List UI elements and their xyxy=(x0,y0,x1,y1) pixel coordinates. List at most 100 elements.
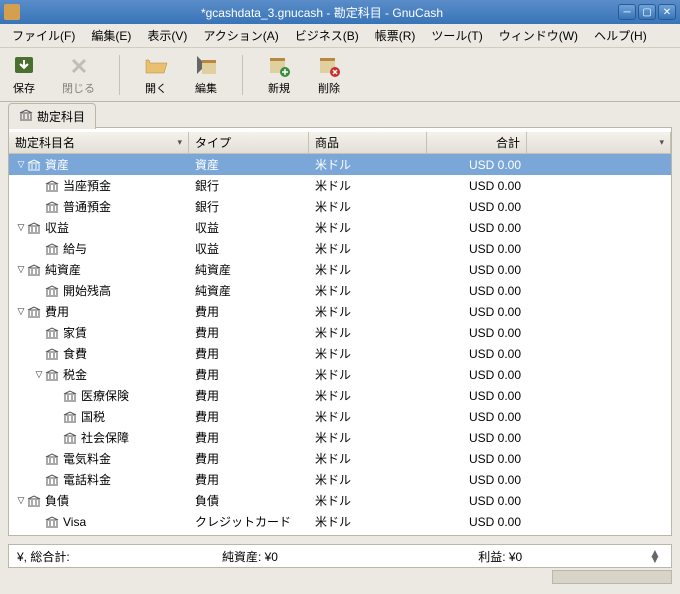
account-row[interactable]: ▽資産資産米ドルUSD 0.00 xyxy=(9,154,671,175)
account-commodity: 米ドル xyxy=(309,175,427,196)
account-row[interactable]: 給与収益米ドルUSD 0.00 xyxy=(9,238,671,259)
header-type[interactable]: タイプ xyxy=(189,132,309,153)
bank-icon xyxy=(63,390,77,402)
account-row[interactable]: ▽純資産純資産米ドルUSD 0.00 xyxy=(9,259,671,280)
account-total: USD 0.00 xyxy=(427,385,527,406)
app-icon xyxy=(4,4,20,20)
content-area: 勘定科目名▾ タイプ 商品 合計 ▾ ▽資産資産米ドルUSD 0.00当座預金銀… xyxy=(8,128,672,536)
account-row[interactable]: 食費費用米ドルUSD 0.00 xyxy=(9,343,671,364)
account-row[interactable]: 電話料金費用米ドルUSD 0.00 xyxy=(9,469,671,490)
open-button[interactable]: 開く xyxy=(140,52,172,98)
account-type: 銀行 xyxy=(189,196,309,217)
account-commodity: 米ドル xyxy=(309,301,427,322)
account-row[interactable]: Visaクレジットカード米ドルUSD 0.00 xyxy=(9,511,671,532)
account-name: 開始残高 xyxy=(63,282,111,299)
account-total: USD 0.00 xyxy=(427,469,527,490)
maximize-button[interactable]: ▢ xyxy=(638,4,656,20)
account-type: 費用 xyxy=(189,406,309,427)
delete-icon xyxy=(317,54,341,78)
account-total: USD 0.00 xyxy=(427,448,527,469)
account-row[interactable]: 医療保険費用米ドルUSD 0.00 xyxy=(9,385,671,406)
summary-spinner[interactable]: ▲▼ xyxy=(649,550,663,562)
summary-bar: ¥, 総合計: 純資産: ¥0 利益: ¥0 ▲▼ xyxy=(8,544,672,568)
account-type: 費用 xyxy=(189,385,309,406)
close-button[interactable]: ✕ xyxy=(658,4,676,20)
account-row[interactable]: ▽収益収益米ドルUSD 0.00 xyxy=(9,217,671,238)
account-row[interactable]: 当座預金銀行米ドルUSD 0.00 xyxy=(9,175,671,196)
folder-open-icon xyxy=(144,54,168,78)
account-row[interactable]: 国税費用米ドルUSD 0.00 xyxy=(9,406,671,427)
account-row[interactable]: 社会保障費用米ドルUSD 0.00 xyxy=(9,427,671,448)
expand-toggle[interactable]: ▽ xyxy=(33,369,45,380)
account-commodity: 米ドル xyxy=(309,217,427,238)
account-commodity: 米ドル xyxy=(309,196,427,217)
account-name: 資産 xyxy=(45,156,69,173)
account-commodity: 米ドル xyxy=(309,343,427,364)
menu-help[interactable]: ヘルプ(H) xyxy=(586,24,655,47)
header-commodity[interactable]: 商品 xyxy=(309,132,427,153)
expand-toggle[interactable]: ▽ xyxy=(15,495,27,506)
account-commodity: 米ドル xyxy=(309,154,427,175)
account-row[interactable]: ▽費用費用米ドルUSD 0.00 xyxy=(9,301,671,322)
account-total: USD 0.00 xyxy=(427,196,527,217)
toolbar-separator xyxy=(242,55,243,95)
bank-icon xyxy=(27,159,41,171)
account-type: 資産 xyxy=(189,154,309,175)
titlebar[interactable]: *gcashdata_3.gnucash - 勘定科目 - GnuCash ─ … xyxy=(0,0,680,24)
account-row[interactable]: 普通預金銀行米ドルUSD 0.00 xyxy=(9,196,671,217)
header-options[interactable]: ▾ xyxy=(527,132,671,153)
menu-tools[interactable]: ツール(T) xyxy=(423,24,490,47)
expand-toggle[interactable]: ▽ xyxy=(15,264,27,275)
account-commodity: 米ドル xyxy=(309,448,427,469)
expand-toggle[interactable]: ▽ xyxy=(15,159,27,170)
new-button[interactable]: 新規 xyxy=(263,52,295,98)
account-name: 費用 xyxy=(45,303,69,320)
menu-view[interactable]: 表示(V) xyxy=(139,24,195,47)
account-total: USD 0.00 xyxy=(427,217,527,238)
account-commodity: 米ドル xyxy=(309,469,427,490)
account-name: Visa xyxy=(63,515,86,529)
delete-button[interactable]: 削除 xyxy=(313,52,345,98)
account-row[interactable]: 開始残高純資産米ドルUSD 0.00 xyxy=(9,280,671,301)
account-row[interactable]: 家賃費用米ドルUSD 0.00 xyxy=(9,322,671,343)
account-total: USD 0.00 xyxy=(427,301,527,322)
save-icon xyxy=(12,54,36,78)
header-total[interactable]: 合計 xyxy=(427,132,527,153)
account-row[interactable]: 電気料金費用米ドルUSD 0.00 xyxy=(9,448,671,469)
account-type: 純資産 xyxy=(189,259,309,280)
menu-windows[interactable]: ウィンドウ(W) xyxy=(491,24,586,47)
account-type: クレジットカード xyxy=(189,511,309,532)
minimize-button[interactable]: ─ xyxy=(618,4,636,20)
bank-icon xyxy=(27,222,41,234)
account-name: 医療保険 xyxy=(81,387,129,404)
close-icon xyxy=(67,54,91,78)
account-name: 負債 xyxy=(45,492,69,509)
tab-accounts[interactable]: 勘定科目 xyxy=(8,103,96,129)
window-title: *gcashdata_3.gnucash - 勘定科目 - GnuCash xyxy=(26,4,618,21)
edit-button[interactable]: 編集 xyxy=(190,52,222,98)
menu-reports[interactable]: 帳票(R) xyxy=(367,24,424,47)
account-row[interactable]: ▽税金費用米ドルUSD 0.00 xyxy=(9,364,671,385)
menu-actions[interactable]: アクション(A) xyxy=(195,24,286,47)
account-commodity: 米ドル xyxy=(309,322,427,343)
bank-icon xyxy=(27,306,41,318)
account-name: 国税 xyxy=(81,408,105,425)
save-button[interactable]: 保存 xyxy=(8,52,40,98)
menu-edit[interactable]: 編集(E) xyxy=(83,24,139,47)
bank-icon xyxy=(45,243,59,255)
account-commodity: 米ドル xyxy=(309,490,427,511)
bank-icon xyxy=(63,432,77,444)
menu-file[interactable]: ファイル(F) xyxy=(4,24,83,47)
account-total: USD 0.00 xyxy=(427,154,527,175)
header-name[interactable]: 勘定科目名▾ xyxy=(9,132,189,153)
account-total: USD 0.00 xyxy=(427,364,527,385)
menu-business[interactable]: ビジネス(B) xyxy=(287,24,367,47)
account-commodity: 米ドル xyxy=(309,280,427,301)
account-name: 家賃 xyxy=(63,324,87,341)
expand-toggle[interactable]: ▽ xyxy=(15,306,27,317)
account-tree[interactable]: ▽資産資産米ドルUSD 0.00当座預金銀行米ドルUSD 0.00普通預金銀行米… xyxy=(9,154,671,535)
resize-grip[interactable] xyxy=(552,570,672,584)
expand-toggle[interactable]: ▽ xyxy=(15,222,27,233)
bank-icon xyxy=(63,411,77,423)
account-row[interactable]: ▽負債負債米ドルUSD 0.00 xyxy=(9,490,671,511)
